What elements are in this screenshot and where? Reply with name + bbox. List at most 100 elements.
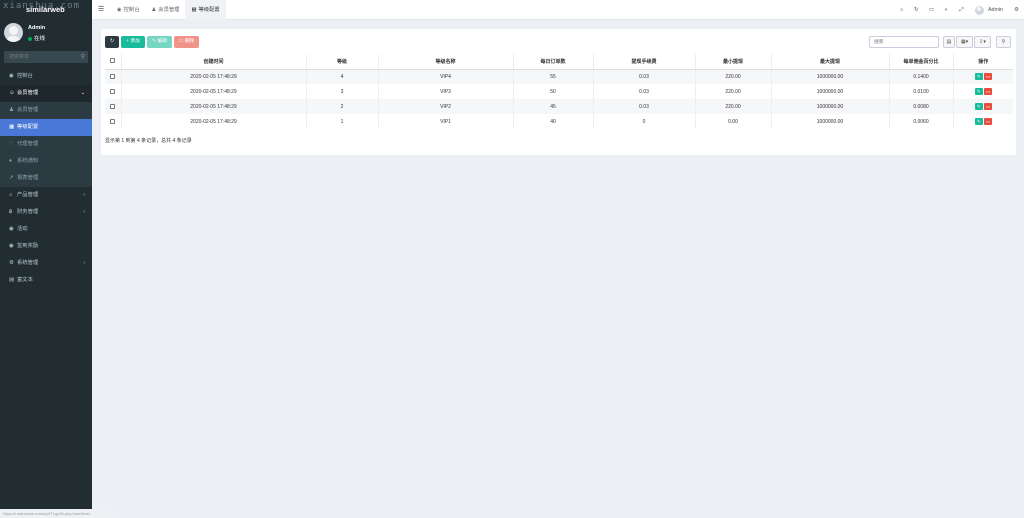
fullscreen-icon[interactable]: ⤢ bbox=[954, 7, 969, 14]
sidebar-item-level-config[interactable]: ▦ 等级配置 bbox=[0, 119, 92, 136]
home-icon[interactable]: ⌂ bbox=[894, 7, 909, 13]
row-edit-button[interactable]: ✎ bbox=[974, 88, 983, 95]
sidebar-item-label: 系统管理 bbox=[17, 260, 39, 266]
table-row[interactable]: 2020-02-05 17:48:29 2 VIP2 45 0.03 220.0… bbox=[105, 99, 1013, 114]
row-actions: ✎ ▭ bbox=[952, 84, 1013, 99]
sidebar-item-member-group[interactable]: ☺ 会员管理 ⌄ bbox=[0, 85, 92, 102]
edit-button[interactable]: ✎ 编辑 bbox=[147, 36, 172, 48]
sidebar-item-activity[interactable]: ◉ 活动 bbox=[0, 221, 92, 238]
table-icon: ▦ bbox=[9, 124, 15, 130]
row-delete-button[interactable]: ▭ bbox=[983, 103, 992, 110]
row-edit-button[interactable]: ✎ bbox=[974, 73, 983, 81]
bitcoin-icon: ฿ bbox=[9, 209, 13, 215]
row-edit-button[interactable]: ✎ bbox=[974, 118, 983, 125]
sidebar-item-finance[interactable]: ฿ 财务管理 ‹ bbox=[0, 204, 92, 221]
column-header[interactable]: 提现手续费 bbox=[592, 54, 695, 70]
table-row[interactable]: 2020-02-05 17:48:29 1 VIP1 40 0 0.00 100… bbox=[105, 114, 1013, 129]
row-delete-button[interactable]: ▭ bbox=[983, 88, 992, 95]
tab-members[interactable]: ♟ 会员管理 bbox=[146, 0, 186, 20]
sidebar-item-label: 签到奖励 bbox=[17, 243, 39, 249]
table-cell: 1000000.00 bbox=[770, 99, 889, 114]
sidebar-item-members[interactable]: ♟ 会员管理 bbox=[0, 102, 92, 119]
admin-menu[interactable]: Admin bbox=[974, 5, 1003, 15]
chevron-left-icon: ‹ bbox=[83, 209, 85, 215]
brand-logo[interactable]: similarweb bbox=[26, 5, 65, 14]
pencil-icon: ✎ bbox=[976, 104, 981, 109]
delete-button[interactable]: ▭ 删除 bbox=[174, 36, 199, 48]
language-icon[interactable]: ◐ bbox=[939, 7, 954, 13]
chevron-left-icon: ‹ bbox=[83, 192, 85, 198]
sidebar-item-label: 系统通知 bbox=[17, 158, 39, 164]
table-search-input[interactable] bbox=[869, 36, 939, 48]
edit-button-label: 编辑 bbox=[157, 39, 167, 44]
gamepad-icon: ◉ bbox=[9, 226, 14, 232]
gamepad-icon: ◉ bbox=[9, 243, 14, 249]
search-icon: ⚲ bbox=[1001, 39, 1006, 45]
table-row[interactable]: 2020-02-05 17:48:29 4 VIP4 55 0.03 220.0… bbox=[105, 69, 1013, 84]
tab-level-config[interactable]: ▦ 等级配置 bbox=[185, 0, 226, 20]
row-checkbox[interactable] bbox=[110, 118, 116, 124]
column-header[interactable]: 每单佣金百分比 bbox=[888, 54, 953, 70]
row-actions: ✎ ▭ bbox=[952, 99, 1013, 114]
refresh-icon[interactable]: ↻ bbox=[909, 7, 924, 13]
toggle-view-button[interactable]: ▤ bbox=[943, 36, 955, 48]
row-edit-button[interactable]: ✎ bbox=[974, 103, 983, 110]
export-dropdown[interactable]: ⇩▾ bbox=[974, 36, 991, 48]
table-row[interactable]: 2020-02-05 17:48:29 3 VIP3 50 0.03 220.0… bbox=[105, 84, 1013, 99]
column-header[interactable]: 每日订单数 bbox=[512, 54, 593, 70]
sidebar-search: ⚲ bbox=[4, 51, 88, 63]
row-select bbox=[105, 114, 121, 129]
user-name: Admin bbox=[28, 25, 46, 31]
user-status: 在线 bbox=[28, 34, 45, 42]
table-cell: 0.1400 bbox=[888, 69, 953, 84]
row-checkbox[interactable] bbox=[110, 88, 116, 94]
settings-icon[interactable]: ⚙ bbox=[1009, 7, 1024, 13]
select-all-checkbox[interactable] bbox=[110, 58, 116, 64]
card-view-icon: ▤ bbox=[946, 39, 952, 45]
sidebar-item-reports[interactable]: ↗ 报表管理 bbox=[0, 170, 92, 187]
user-icon: ♟ bbox=[9, 107, 14, 113]
refresh-button[interactable]: ↻ bbox=[105, 36, 119, 48]
table-cell: 50 bbox=[512, 84, 593, 99]
column-header[interactable]: 最大提现 bbox=[770, 54, 889, 70]
row-checkbox[interactable] bbox=[110, 73, 116, 79]
sidebar-item-notifications[interactable]: ♦ 系统通知 bbox=[0, 153, 92, 170]
table-cell: 0 bbox=[592, 114, 695, 129]
chevron-left-icon: ‹ bbox=[83, 260, 85, 266]
column-header[interactable]: 等级名称 bbox=[377, 54, 513, 70]
table-cell: 1 bbox=[305, 114, 378, 129]
sidebar-item-label: 控制台 bbox=[17, 73, 33, 79]
row-select bbox=[105, 84, 121, 99]
pencil-icon: ✎ bbox=[976, 119, 981, 124]
row-delete-button[interactable]: ▭ bbox=[983, 118, 992, 125]
list-icon: ▤ bbox=[9, 277, 15, 283]
column-header[interactable]: 创建时间 bbox=[120, 54, 306, 70]
sidebar-item-checkin-reward[interactable]: ◉ 签到奖励 bbox=[0, 238, 92, 255]
table-cell: VIP3 bbox=[377, 84, 513, 99]
advanced-search-button[interactable]: ⚲ bbox=[996, 36, 1011, 48]
tab-dashboard[interactable]: ◉ 控制台 bbox=[111, 0, 146, 20]
table-cell: 220.00 bbox=[694, 99, 771, 114]
columns-dropdown[interactable]: ▦▾ bbox=[956, 36, 973, 48]
sidebar-item-dashboard[interactable]: ◉ 控制台 bbox=[0, 68, 92, 85]
add-button[interactable]: + 添加 bbox=[121, 36, 145, 48]
sidebar-item-system[interactable]: ⚙ 系统管理 ‹ bbox=[0, 255, 92, 272]
row-delete-button[interactable]: ▭ bbox=[983, 73, 992, 81]
row-checkbox[interactable] bbox=[110, 103, 116, 109]
avatar bbox=[974, 5, 984, 15]
table-cell: 2020-02-05 17:48:29 bbox=[120, 114, 306, 129]
sidebar-search-input[interactable] bbox=[4, 51, 76, 63]
trash-icon[interactable]: ▭ bbox=[924, 7, 939, 13]
table-cell: 4 bbox=[305, 69, 378, 84]
sidebar-item-rich-text[interactable]: ▤ 富文本 bbox=[0, 272, 92, 289]
column-header[interactable]: 最小提现 bbox=[694, 54, 771, 70]
table-cell: 2020-02-05 17:48:29 bbox=[120, 99, 306, 114]
column-header[interactable]: 等级 bbox=[305, 54, 378, 70]
search-icon[interactable]: ⚲ bbox=[81, 53, 85, 60]
online-dot-icon bbox=[28, 36, 32, 41]
sidebar-item-products[interactable]: ⌂ 产品管理 ‹ bbox=[0, 187, 92, 204]
menu-toggle-icon[interactable]: ☰ bbox=[98, 5, 104, 13]
sidebar-item-agents[interactable]: ∵ 代理管理 bbox=[0, 136, 92, 153]
home-icon: ⌂ bbox=[9, 192, 13, 198]
table-cell: 3 bbox=[305, 84, 378, 99]
